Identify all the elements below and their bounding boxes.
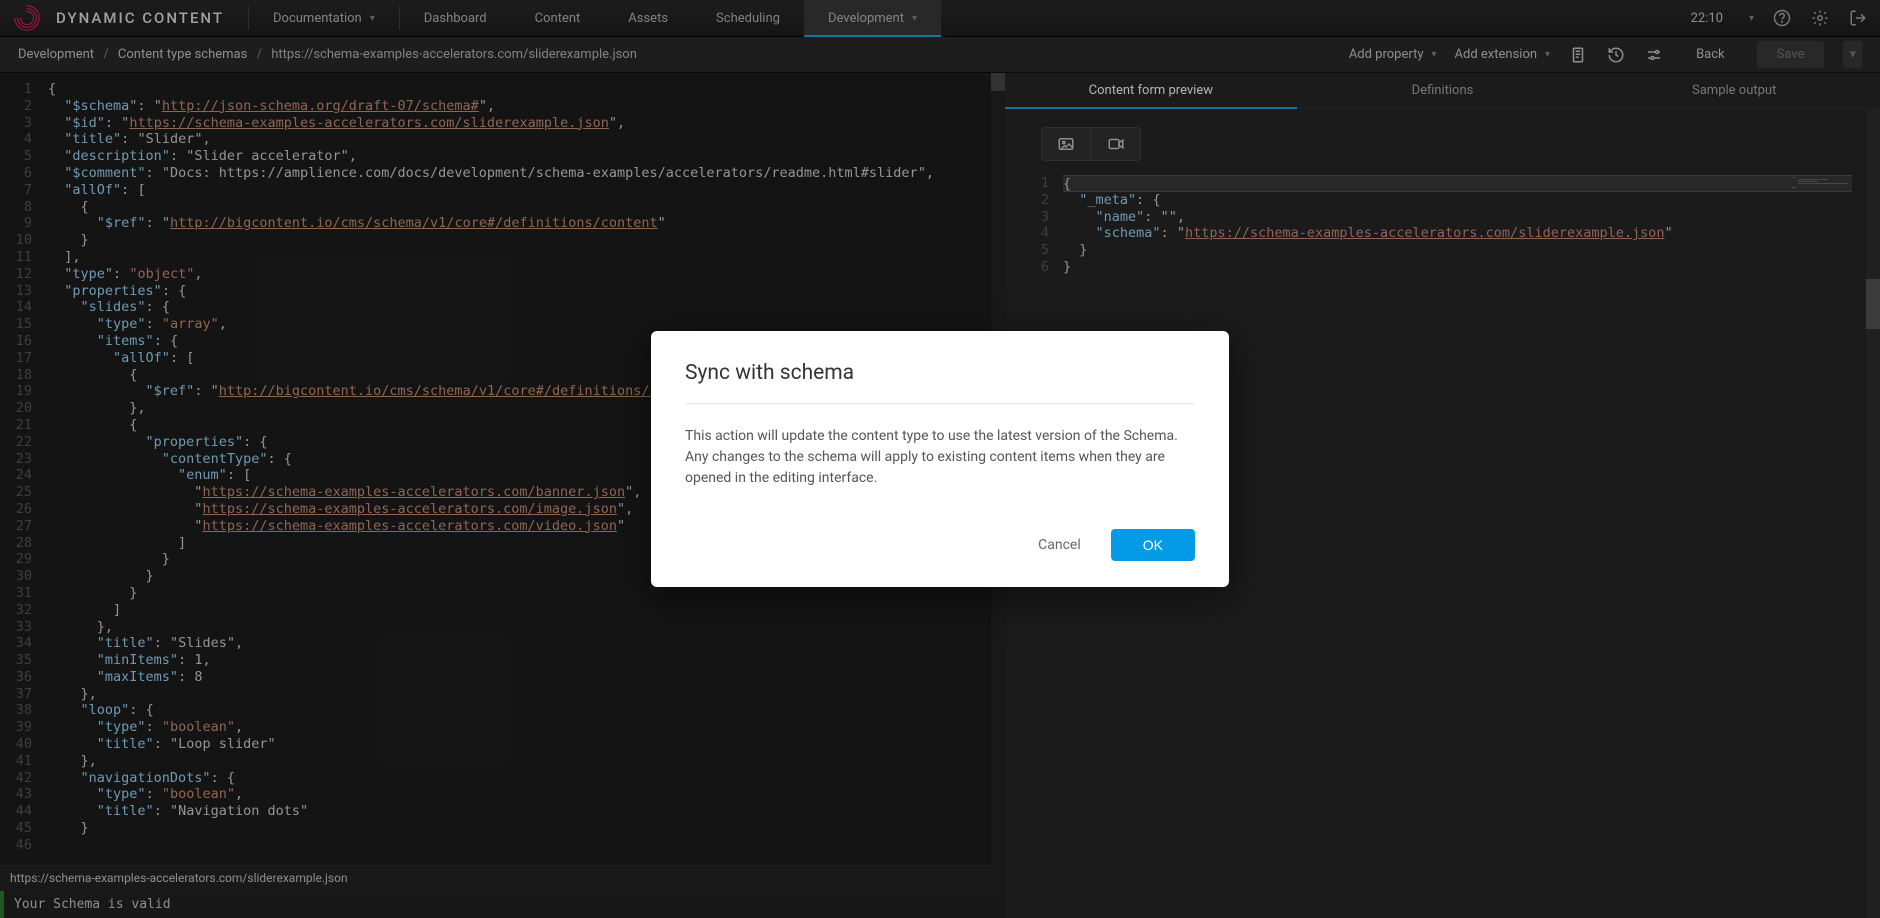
modal-overlay: Sync with schema This action will update… — [0, 0, 1880, 918]
modal-body: This action will update the content type… — [685, 426, 1195, 489]
modal-title: Sync with schema — [685, 361, 1195, 385]
cancel-button[interactable]: Cancel — [1026, 529, 1093, 561]
sync-schema-modal: Sync with schema This action will update… — [651, 331, 1229, 587]
ok-button[interactable]: OK — [1111, 529, 1195, 561]
